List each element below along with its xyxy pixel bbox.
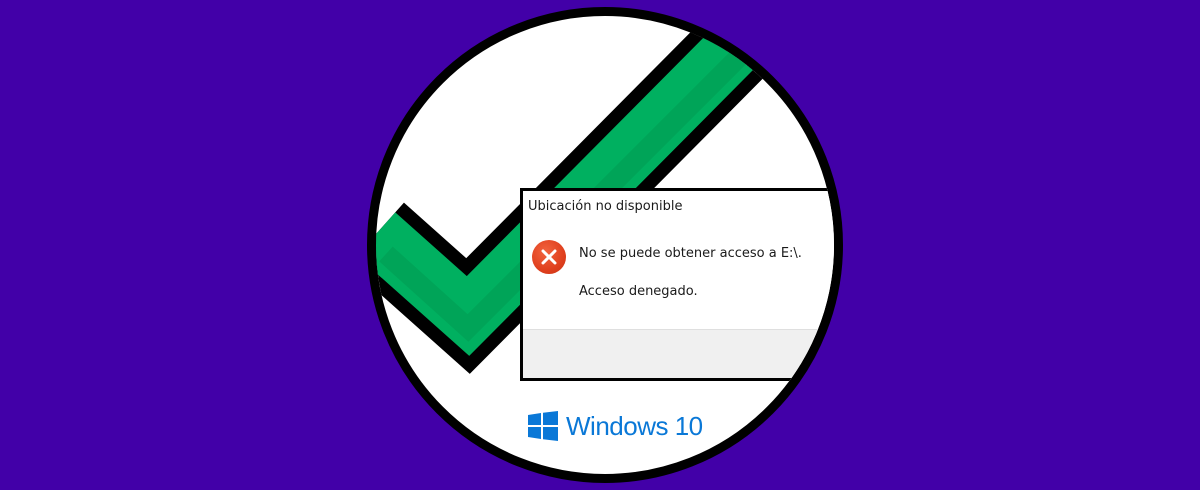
windows-brand: Windows 10 (528, 408, 703, 444)
dialog-title: Ubicación no disponible (528, 199, 683, 214)
error-message-secondary: Acceso denegado. (579, 284, 698, 299)
white-circle: Ubicación no disponible No se puede obte… (367, 7, 843, 483)
error-x-icon (532, 240, 566, 274)
error-message-primary: No se puede obtener acceso a E:\. (579, 246, 802, 261)
dialog-button-bar (523, 329, 834, 378)
error-dialog: Ubicación no disponible No se puede obte… (520, 188, 834, 381)
windows-logo-icon (528, 411, 558, 441)
windows-10-wordmark: Windows 10 (566, 410, 703, 441)
banner: Ubicación no disponible No se puede obte… (0, 0, 1200, 490)
